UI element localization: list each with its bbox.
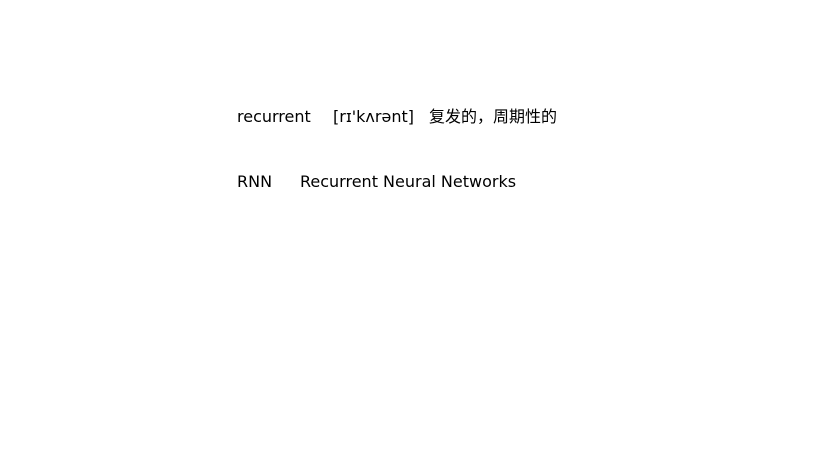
entry-term: recurrent — [237, 107, 311, 126]
vocab-entry-rnn: RNN Recurrent Neural Networks — [237, 172, 516, 192]
document-page: recurrent [rɪ'kʌrənt] 复发的，周期性的 RNN Recurren… — [0, 0, 816, 460]
entry-phonetic: [rɪ'kʌrənt] — [333, 107, 414, 126]
entry-term: RNN — [237, 172, 273, 191]
entry-meaning: 复发的，周期性的 — [429, 107, 558, 126]
vocab-entry-recurrent: recurrent [rɪ'kʌrənt] 复发的，周期性的 — [237, 107, 557, 127]
entry-meaning: Recurrent Neural Networks — [300, 172, 517, 191]
